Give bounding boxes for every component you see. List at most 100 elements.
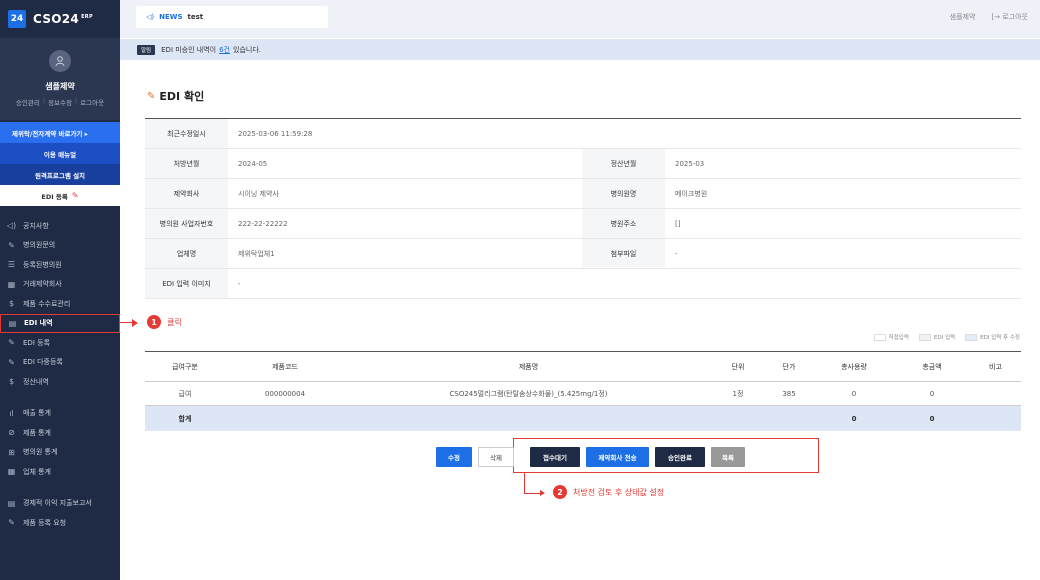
building-icon: ▦	[7, 279, 16, 289]
legend-item: 직접입력	[873, 333, 909, 341]
sidebar-item-edi-register[interactable]: ✎ EDI 등록	[0, 333, 120, 353]
action-buttons: 수정 삭제 접수대기 제약회사 전송 승인완료 목록	[436, 447, 745, 467]
hospital-icon: ⊞	[8, 447, 15, 457]
image-value: -	[238, 279, 241, 288]
memo-icon: ✎	[147, 90, 156, 102]
main-content: ✎ EDI 확인 최근수정일시 2025-03-06 11:59:28 처방년월…	[120, 60, 1040, 580]
bizno-label: 병의원 사업자번호	[145, 209, 228, 238]
notice-bar: 알림 EDI 미승인 내역이 6건 있습니다.	[120, 39, 1040, 60]
column-header: 단가	[782, 362, 796, 371]
column-header: 급여구분	[172, 362, 198, 371]
delete-button[interactable]: 삭제	[478, 447, 514, 467]
annotation-1: 1 클릭	[147, 315, 182, 329]
clipboard-icon: ▤	[8, 318, 17, 328]
sidebar-item-hospital-inquiry[interactable]: ✎ 병의원문의	[0, 236, 120, 256]
legend-swatch	[965, 333, 978, 341]
sidebar-item-registered-hospitals[interactable]: ☰ 등록된병의원	[0, 255, 120, 275]
news-ticker[interactable]: ◁) NEWS test	[136, 6, 328, 28]
sidebar-item-settlement[interactable]: $ 정산내역	[0, 372, 120, 392]
list-button[interactable]: 목록	[711, 447, 745, 467]
sidebar: 24 CSO24 ERP 샘플제약 승인관리 | 정보수정 | 로그아웃 제위탁/…	[0, 0, 120, 580]
top-bar: ◁) NEWS test 샘플제약 [→ 로그아웃	[120, 0, 1040, 38]
recent-value: 2025-03-06 11:59:28	[238, 129, 313, 138]
status-pending-button[interactable]: 접수대기	[530, 447, 580, 467]
logout-link[interactable]: 로그아웃	[80, 97, 104, 107]
sidebar-item-notice[interactable]: ◁) 공지사항	[0, 216, 120, 236]
notice-suffix: 있습니다.	[233, 45, 261, 54]
profile-panel: 샘플제약 승인관리 | 정보수정 | 로그아웃	[0, 38, 120, 120]
edi-register-button[interactable]: EDI 등록 ✎	[0, 185, 120, 206]
notice-prefix: EDI 미승인 내역이	[161, 45, 217, 54]
logo-mark: 24	[8, 10, 26, 28]
hospital-value: 메이크병원	[675, 189, 708, 198]
pencil-icon: ✎	[8, 357, 15, 367]
document-icon: ▤	[7, 498, 16, 508]
column-header: 단위	[731, 362, 745, 371]
sidebar-item-pharma-partners[interactable]: ▦ 거래제약회사	[0, 275, 120, 295]
address-label: 병원주소	[582, 209, 665, 238]
table-cell: 급여	[178, 389, 192, 398]
pencil-icon: ✎	[8, 518, 15, 528]
profile-links: 승인관리 | 정보수정 | 로그아웃	[15, 97, 105, 107]
sidebar-item-product-request[interactable]: ✎ 제품 등록 요청	[0, 513, 120, 533]
annotation-text: 클릭	[167, 317, 182, 327]
sidebar-item-edi-history[interactable]: ▤ EDI 내역	[0, 313, 120, 333]
logo[interactable]: 24 CSO24 ERP	[0, 0, 120, 38]
pencil-icon: ✎	[71, 191, 79, 200]
sidebar-item-product-stats[interactable]: ⊘ 제품 통계	[0, 423, 120, 443]
info-row: 업체명 제위탁업체1 첨부파일 -	[145, 239, 1021, 269]
user-icon	[55, 56, 65, 67]
column-header: 비고	[989, 362, 1002, 371]
table-cell: 합계	[178, 414, 192, 423]
pill-icon: ⊘	[8, 428, 15, 438]
vendor-value: 제위탁업체1	[238, 249, 275, 258]
prescribe-label: 처방년월	[145, 149, 228, 178]
bar-chart-icon: ıl	[9, 408, 14, 418]
dollar-icon: $	[8, 377, 15, 387]
annotation-number: 1	[147, 315, 161, 329]
news-text: test	[187, 13, 204, 21]
sidebar-item-edi-multi-register[interactable]: ✎ EDI 다중등록	[0, 353, 120, 373]
sidebar-item-sales-stats[interactable]: ıl 매출 통계	[0, 404, 120, 424]
remote-install-button[interactable]: 원격프로그램 설치	[0, 164, 120, 185]
edit-button[interactable]: 수정	[436, 447, 472, 467]
attach-value: -	[675, 249, 678, 258]
vendor-label: 업체명	[145, 239, 228, 268]
approval-link[interactable]: 승인관리	[16, 97, 40, 107]
column-header: 제품명	[518, 362, 539, 371]
news-label: NEWS	[159, 13, 183, 21]
info-row: 병의원 사업자번호 222-22-22222 병원주소 []	[145, 209, 1021, 239]
prescribe-value: 2024-05	[238, 159, 268, 168]
legend-swatch	[918, 333, 931, 341]
page-title: ✎ EDI 확인	[147, 90, 205, 103]
recent-label: 최근수정일시	[145, 119, 228, 148]
table-cell: 1정	[732, 389, 744, 398]
manual-button[interactable]: 이용 매뉴얼	[0, 143, 120, 164]
edit-info-link[interactable]: 정보수정	[48, 97, 72, 107]
table-cell: 0	[929, 414, 935, 423]
sidebar-item-commission[interactable]: $ 제품 수수료관리	[0, 294, 120, 314]
legend-item: EDI 입력 후 수정	[965, 333, 1020, 341]
contract-shortcut-button[interactable]: 제위탁/전자계약 바로가기 ▸	[0, 122, 120, 143]
sidebar-item-vendor-stats[interactable]: ▦ 업체 통계	[0, 462, 120, 482]
building-icon: ▦	[7, 467, 16, 477]
edi-info-table: 최근수정일시 2025-03-06 11:59:28 처방년월 2024-05 …	[145, 118, 1021, 299]
approve-button[interactable]: 승인완료	[655, 447, 705, 467]
sidebar-item-expense-report[interactable]: ▤ 경제적 이익 지출보고서	[0, 494, 120, 514]
avatar	[49, 50, 71, 72]
info-row: 최근수정일시 2025-03-06 11:59:28	[145, 119, 1021, 149]
logout-button[interactable]: [→ 로그아웃	[991, 12, 1028, 22]
product-table: 급여구분 제품코드 제품명 단위 단가 총사용량 총금액 비고 급여 00000…	[145, 351, 1021, 431]
info-row: 제약회사 시이닝 제약사 병의원명 메이크병원	[145, 179, 1021, 209]
send-to-pharma-button[interactable]: 제약회사 전송	[586, 447, 649, 467]
notice-count-link[interactable]: 6건	[219, 45, 230, 55]
image-label: EDI 입력 이미지	[145, 269, 228, 298]
column-header: 총금액	[922, 362, 942, 371]
table-cell: 000000004	[264, 389, 306, 398]
pharma-label: 제약회사	[145, 179, 228, 208]
profile-name: 샘플제약	[45, 82, 75, 91]
notice-badge: 알림	[137, 44, 156, 55]
sidebar-item-hospital-stats[interactable]: ⊞ 병의원 통계	[0, 443, 120, 463]
table-total-row: 합계 0 0	[145, 406, 1021, 431]
column-header: 총사용량	[841, 362, 867, 371]
